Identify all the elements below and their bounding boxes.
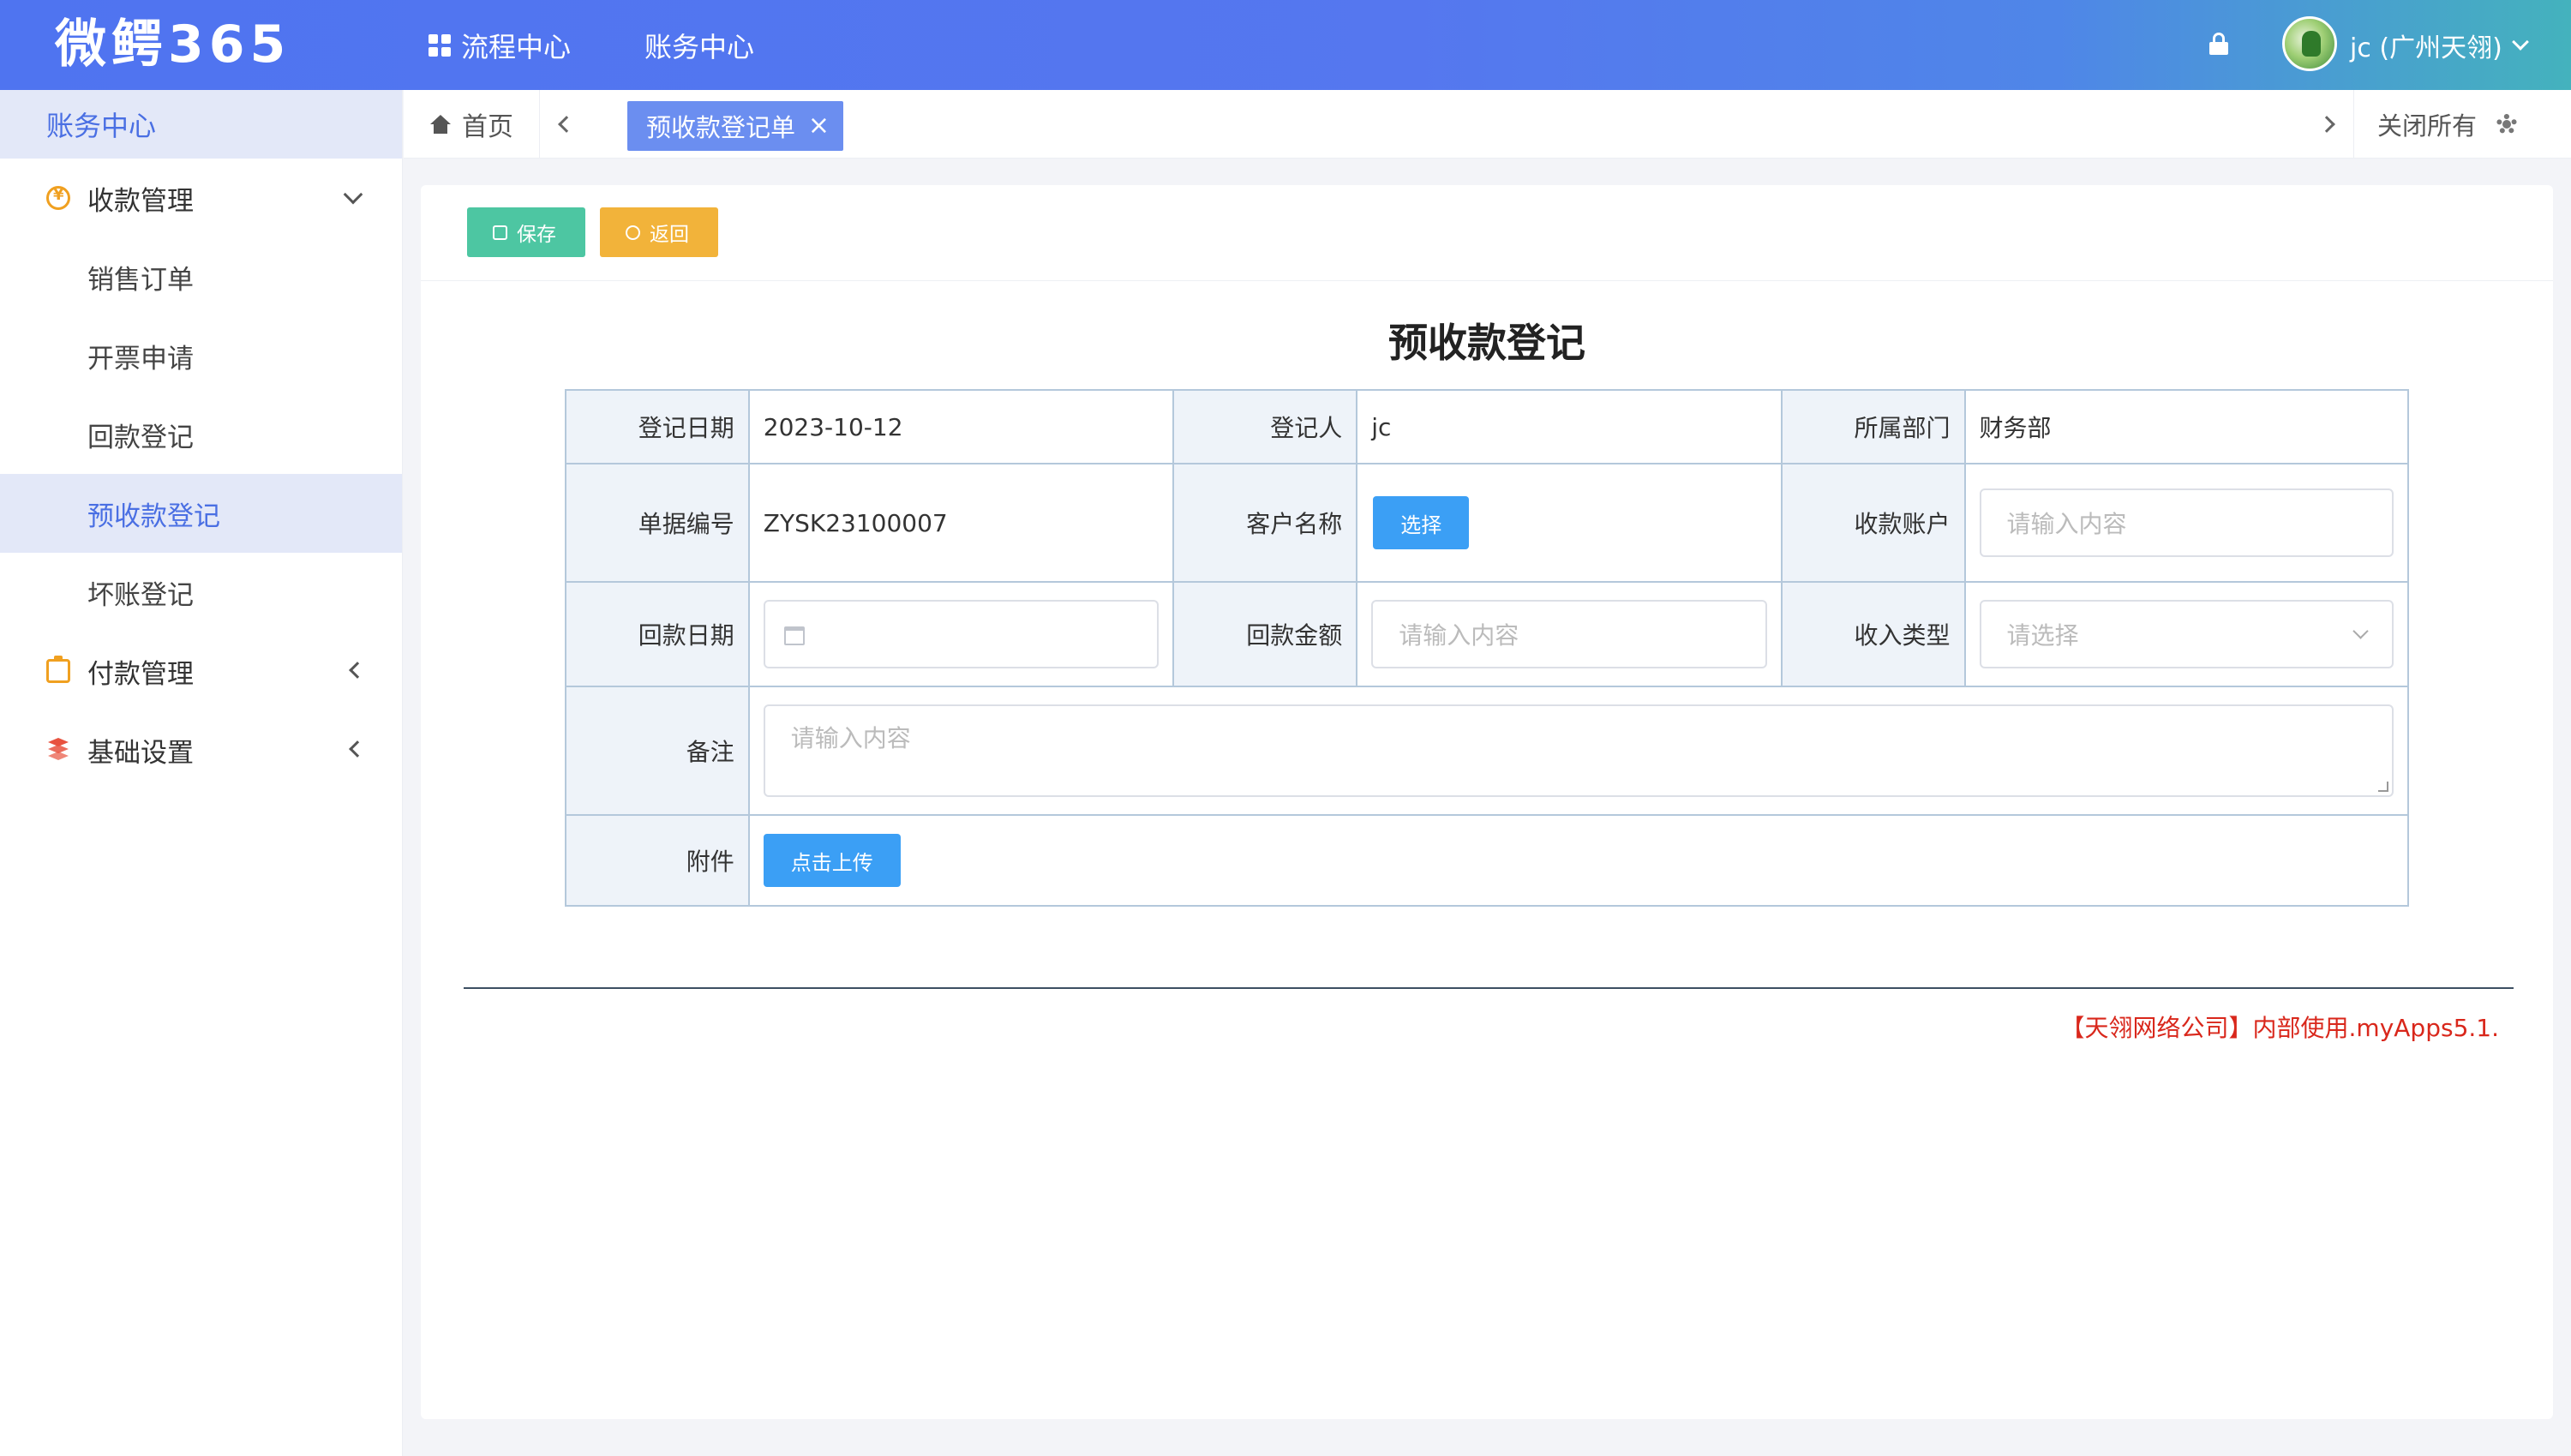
tab-advance-receipt-form[interactable]: 预收款登记单 × (627, 101, 843, 151)
register-date-value: 2023-10-12 (747, 389, 1175, 464)
chevron-right-icon[interactable] (2318, 116, 2335, 133)
remark-placeholder: 请输入内容 (790, 724, 911, 752)
tab-label: 预收款登记单 (646, 113, 796, 142)
department-value: 财务部 (1963, 389, 2410, 464)
form-title: 预收款登记 (1388, 320, 1585, 366)
account-placeholder: 请输入内容 (2006, 510, 2127, 538)
department-label: 所属部门 (1780, 389, 1966, 464)
lock-icon[interactable] (2209, 33, 2228, 55)
amount-cell: 请输入内容 (1356, 581, 1783, 687)
chevron-left-icon (349, 662, 366, 679)
back-icon (626, 225, 640, 240)
save-button[interactable]: 保存 (467, 207, 585, 257)
footer-note: 【天翎网络公司】内部使用.myApps5.1. (2060, 1014, 2499, 1042)
nav-workflow-center[interactable]: 流程中心 (428, 0, 571, 90)
chevron-left-icon[interactable] (558, 116, 575, 133)
remark-label: 备注 (565, 686, 750, 816)
clipboard-icon (46, 656, 70, 683)
chevron-down-icon (343, 184, 363, 205)
save-icon (493, 225, 507, 240)
top-header: 微鳄365 流程中心 账务中心 jc (广州天翎) (0, 0, 2571, 90)
back-button[interactable]: 返回 (600, 207, 718, 257)
nav-workflow-center-label: 流程中心 (461, 30, 572, 63)
sidebar-group-receipts[interactable]: 收款管理 (0, 159, 402, 237)
account-label: 收款账户 (1780, 463, 1966, 583)
sidebar-item-label: 开票申请 (87, 343, 194, 374)
income-type-select[interactable]: 请选择 (1979, 600, 2394, 668)
sidebar-group-settings[interactable]: 基础设置 (0, 710, 402, 789)
chevron-left-icon (349, 740, 366, 758)
sidebar-item-label: 坏账登记 (87, 579, 194, 611)
coin-icon (46, 186, 70, 210)
sidebar-item-label: 回款登记 (87, 422, 194, 453)
content-card: 保存 返回 预收款登记 登记日期 2023-10-12 登记人 jc 所属部门 … (421, 185, 2553, 1419)
chevron-down-icon (2511, 33, 2529, 51)
register-date-label: 登记日期 (565, 389, 750, 464)
remark-cell: 请输入内容 (747, 686, 2410, 816)
nav-finance-center[interactable]: 账务中心 (644, 0, 754, 90)
doc-number-label: 单据编号 (565, 463, 750, 583)
sidebar-group-label: 付款管理 (87, 658, 194, 690)
attachment-label: 附件 (565, 814, 750, 907)
payment-date-cell (747, 581, 1175, 687)
user-menu[interactable]: jc (广州天翎) (2350, 0, 2529, 90)
account-cell: 请输入内容 (1963, 463, 2410, 583)
gear-icon[interactable] (2496, 114, 2517, 135)
calendar-icon (783, 626, 805, 645)
home-icon (429, 115, 452, 134)
select-customer-button[interactable]: 选择 (1373, 496, 1470, 549)
income-type-label: 收入类型 (1780, 581, 1966, 687)
sidebar-item-invoice-request[interactable]: 开票申请 (0, 316, 402, 395)
upload-button[interactable]: 点击上传 (763, 834, 901, 887)
amount-input[interactable]: 请输入内容 (1371, 600, 1767, 668)
sidebar-item-sales-order[interactable]: 销售订单 (0, 237, 402, 316)
sidebar-item-label: 销售订单 (87, 264, 194, 296)
account-input[interactable]: 请输入内容 (1979, 488, 2394, 557)
customer-label: 客户名称 (1172, 463, 1358, 583)
divider (539, 90, 540, 159)
sidebar-group-label: 收款管理 (87, 185, 194, 217)
income-type-cell: 请选择 (1963, 581, 2410, 687)
sidebar-item-advance-receipt[interactable]: 预收款登记 (0, 474, 402, 553)
sidebar-item-payment-register[interactable]: 回款登记 (0, 395, 402, 474)
tab-home[interactable]: 首页 (429, 90, 513, 159)
payment-date-label: 回款日期 (565, 581, 750, 687)
grid-icon (428, 33, 451, 57)
nav-finance-center-label: 账务中心 (644, 30, 755, 63)
doc-number-value: ZYSK23100007 (747, 463, 1175, 583)
back-button-label: 返回 (650, 224, 689, 246)
payment-date-picker[interactable] (763, 600, 1160, 668)
tab-bar: 首页 预收款登记单 × 关闭所有 (404, 90, 2571, 159)
remark-textarea[interactable]: 请输入内容 (763, 704, 2394, 797)
sidebar-title: 账务中心 (0, 90, 402, 159)
sidebar-group-payments[interactable]: 付款管理 (0, 632, 402, 710)
resize-handle-icon[interactable] (2378, 782, 2388, 792)
app-logo[interactable]: 微鳄365 (55, 12, 291, 77)
toolbar: 保存 返回 (421, 185, 2553, 281)
save-button-label: 保存 (517, 224, 556, 246)
user-avatar[interactable] (2282, 16, 2337, 71)
income-type-placeholder: 请选择 (2006, 621, 2079, 650)
user-name: jc (广州天翎) (2350, 33, 2502, 63)
attachment-cell: 点击上传 (747, 814, 2410, 907)
sidebar-item-label: 预收款登记 (87, 500, 220, 532)
sidebar-group-label: 基础设置 (87, 737, 194, 769)
registrant-label: 登记人 (1172, 389, 1358, 464)
divider (2353, 90, 2354, 159)
form-table: 登记日期 2023-10-12 登记人 jc 所属部门 财务部 单据编号 ZYS… (565, 389, 2410, 907)
close-icon[interactable]: × (808, 113, 830, 139)
sidebar: 账务中心 收款管理 销售订单 开票申请 回款登记 预收款登记 坏账登记 付款管理… (0, 90, 403, 1456)
footer-divider (464, 987, 2514, 989)
registrant-value: jc (1356, 389, 1783, 464)
layers-icon (46, 738, 70, 762)
tab-home-label: 首页 (462, 112, 513, 142)
amount-label: 回款金额 (1172, 581, 1358, 687)
sidebar-item-bad-debt[interactable]: 坏账登记 (0, 553, 402, 632)
chevron-down-icon (2352, 623, 2369, 639)
close-all-tabs[interactable]: 关闭所有 (2377, 90, 2477, 159)
customer-cell: 选择 (1356, 463, 1783, 583)
amount-placeholder: 请输入内容 (1399, 621, 1519, 650)
